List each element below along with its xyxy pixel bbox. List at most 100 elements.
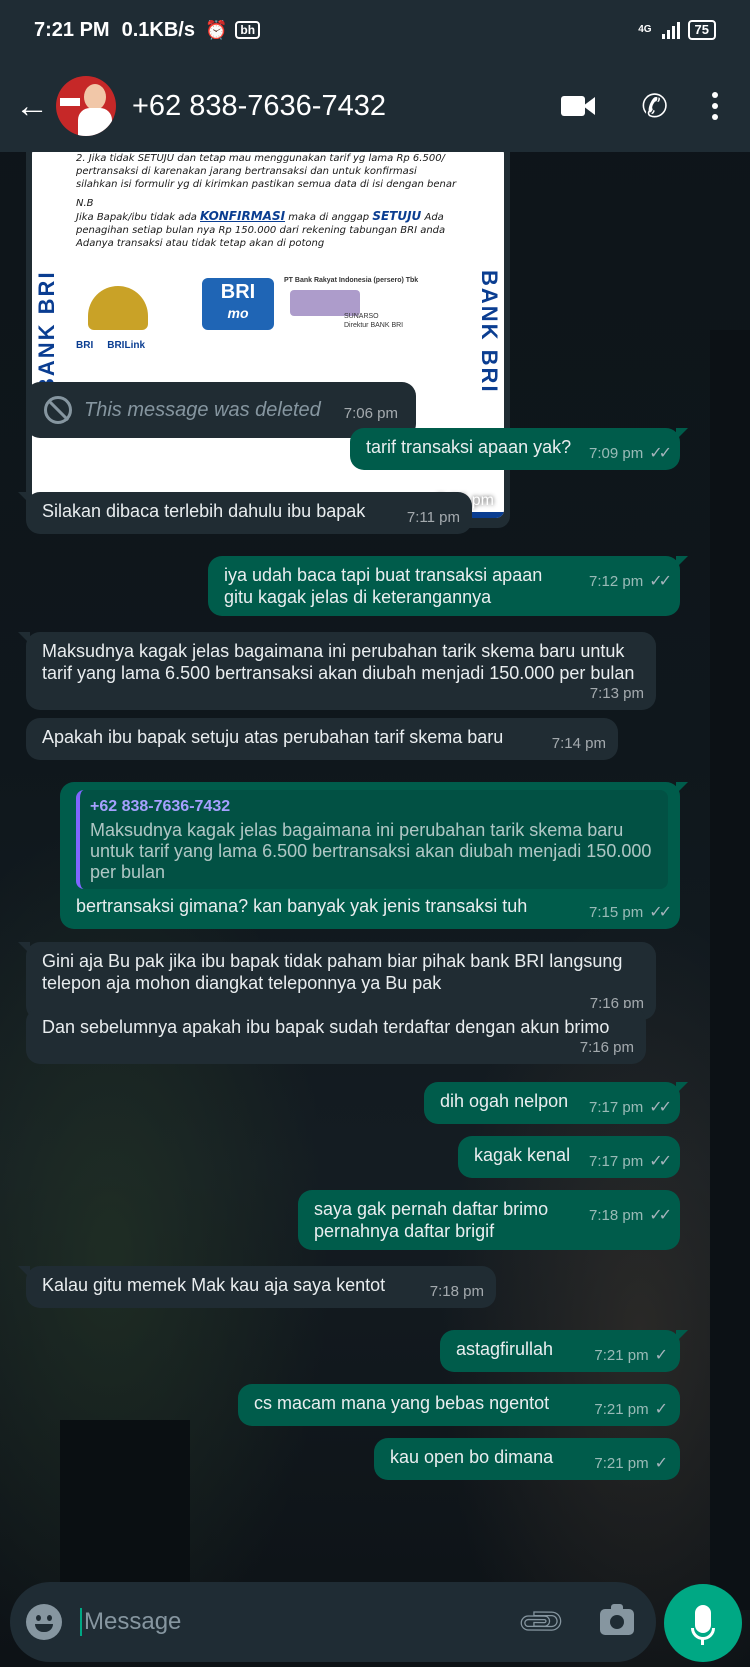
message-time: 7:14 pm (551, 735, 606, 752)
single-check-icon: ✓ (654, 1347, 668, 1364)
outgoing-message[interactable]: +62 838-7636-7432 Maksudnya kagak jelas b… (60, 782, 688, 929)
message-text: Maksudnya kagak jelas bagaimana ini peru… (42, 641, 635, 683)
message-meta: 7:17 pm ✓✓ (588, 1099, 672, 1116)
status-bar: 7:21 PM 0.1KB/s ⏰ bh 4G 75 (0, 0, 750, 60)
message-text: Silakan dibaca terlebih dahulu ibu bapak (42, 501, 366, 521)
single-check-icon: ✓ (654, 1455, 668, 1472)
incoming-message[interactable]: Dan sebelumnya apakah ibu bapak sudah te… (26, 1008, 646, 1064)
message-input[interactable] (80, 1608, 522, 1636)
network-speed: 0.1KB/s (121, 18, 195, 41)
message-meta: 7:16 pm (58, 1040, 634, 1056)
message-text: iya udah baca tapi buat transaksi apaan … (224, 565, 543, 607)
message-text: Gini aja Bu pak jika ibu bapak tidak pah… (42, 951, 623, 993)
message-meta: 7:21 pm ✓ (594, 1348, 668, 1364)
message-time: 7:09 pm (588, 445, 644, 462)
outgoing-message[interactable]: 7:21 pm ✓ astagfirullah (440, 1330, 688, 1372)
message-time: 7:16 pm (579, 1039, 634, 1056)
incoming-message[interactable]: 7:14 pm Apakah ibu bapak setuju atas peru… (26, 718, 618, 760)
message-time: 7:12 pm (588, 573, 644, 590)
double-check-icon: ✓✓ (649, 1207, 672, 1224)
incoming-message[interactable]: 7:11 pm Silakan dibaca terlebih dahulu ib… (18, 492, 472, 534)
compose-bar: 📎︎ (10, 1582, 656, 1662)
outgoing-message[interactable]: 7:17 pm ✓✓ dih ogah nelpon (424, 1082, 688, 1124)
video-call-icon[interactable] (561, 94, 597, 118)
outgoing-message[interactable]: 7:12 pm ✓✓ iya udah baca tapi buat transak… (208, 556, 688, 616)
message-text: Dan sebelumnya apakah ibu bapak sudah te… (42, 1017, 610, 1037)
message-time: 7:21 pm (594, 1401, 649, 1418)
deleted-notice: This message was deleted (44, 396, 328, 424)
document-footer-logos: BRI BRILink (76, 340, 146, 351)
message-meta: 7:21 pm ✓ (594, 1456, 668, 1472)
message-time: 7:17 pm (588, 1153, 644, 1170)
more-options-icon[interactable] (712, 92, 718, 120)
message-text: saya gak pernah daftar brimo pernahnya d… (314, 1199, 549, 1241)
blocked-icon (44, 396, 72, 424)
message-text: dih ogah nelpon (440, 1091, 569, 1111)
alarm-icon: ⏰ (204, 19, 228, 40)
message-time: 7:15 pm (588, 904, 644, 921)
doc-paragraph: 2. Jika tidak SETUJU dan tetap mau mengg… (76, 153, 457, 190)
status-time: 7:21 PM (34, 18, 110, 41)
message-meta: 7:11 pm (407, 510, 460, 526)
message-time: 7:13 pm (589, 685, 644, 702)
message-time: 7:06 pm (343, 405, 398, 422)
double-check-icon: ✓✓ (649, 573, 672, 590)
app-badge-icon: bh (235, 21, 261, 39)
incoming-message[interactable]: 7:18 pm Kalau gitu memek Mak kau aja saya… (18, 1266, 496, 1308)
signal-icon (661, 21, 680, 39)
message-list[interactable]: BANK BRI BANK BRI 2. Jika tidak SETUJU d… (0, 152, 750, 1577)
message-meta: 7:15 pm ✓✓ (588, 904, 672, 921)
chat-header: ← +62 838-7636-7432 ✆ (0, 60, 750, 152)
image-message[interactable]: BANK BRI BANK BRI 2. Jika tidak SETUJU d… (26, 152, 510, 528)
single-check-icon: ✓ (654, 1401, 668, 1418)
message-text: cs macam mana yang bebas ngentot (254, 1393, 550, 1413)
voice-record-button[interactable] (664, 1584, 742, 1662)
message-meta: 7:12 pm ✓✓ (588, 573, 672, 590)
message-text: Apakah ibu bapak setuju atas perubahan t… (42, 727, 504, 747)
outgoing-message[interactable]: 7:18 pm ✓✓ saya gak pernah daftar brimo pe… (298, 1190, 680, 1250)
attach-icon[interactable]: 📎︎ (514, 1594, 570, 1650)
double-check-icon: ✓✓ (649, 1153, 672, 1170)
status-right: 4G 75 (638, 20, 716, 40)
message-meta: 7:21 pm ✓ (594, 1402, 668, 1418)
contact-name[interactable]: +62 838-7636-7432 (132, 90, 386, 123)
message-text: bertransaksi gimana? kan banyak yak jeni… (76, 896, 528, 916)
outgoing-message[interactable]: 7:21 pm ✓ kau open bo dimana (374, 1438, 680, 1480)
document-text: 2. Jika tidak SETUJU dan tetap mau mengg… (76, 152, 460, 256)
avatar[interactable] (56, 76, 116, 136)
quoted-text: Maksudnya kagak jelas bagaimana ini peru… (90, 820, 652, 882)
message-text: kagak kenal (474, 1145, 571, 1165)
message-text: astagfirullah (456, 1339, 554, 1359)
outgoing-message[interactable]: 7:21 pm ✓ cs macam mana yang bebas ngentot (238, 1384, 680, 1426)
official-stamp: PT Bank Rakyat Indonesia (persero) Tbk S… (284, 277, 419, 329)
emoji-icon[interactable] (26, 1604, 62, 1640)
message-time: 7:18 pm (429, 1283, 484, 1300)
message-time: 7:18 pm (588, 1207, 644, 1224)
message-meta: 7:18 pm (430, 1284, 484, 1300)
doc-paragraph: Jika Bapak/ibu tidak ada KONFIRMASI maka… (76, 209, 446, 250)
garuda-emblem-icon (88, 286, 148, 330)
message-text: This message was deleted (84, 399, 321, 421)
battery-icon: 75 (687, 20, 716, 40)
quoted-sender: +62 838-7636-7432 (90, 798, 231, 815)
double-check-icon: ✓✓ (649, 1099, 672, 1116)
incoming-message[interactable]: Maksudnya kagak jelas bagaimana ini peru… (18, 632, 656, 710)
camera-icon[interactable] (600, 1604, 634, 1635)
message-meta: 7:09 pm ✓✓ (588, 445, 672, 462)
back-arrow-icon[interactable]: ← (10, 87, 54, 126)
outgoing-message[interactable]: 7:17 pm ✓✓ kagak kenal (458, 1136, 680, 1178)
double-check-icon: ✓✓ (649, 904, 672, 921)
message-meta: 7:14 pm (552, 736, 606, 752)
message-text: kau open bo dimana (390, 1447, 554, 1467)
message-time: 7:17 pm (588, 1099, 644, 1116)
outgoing-message[interactable]: 7:09 pm ✓✓ tarif transaksi apaan yak? (350, 428, 688, 470)
quoted-reply[interactable]: +62 838-7636-7432 Maksudnya kagak jelas b… (76, 790, 668, 889)
voice-call-icon[interactable]: ✆ (641, 87, 668, 125)
header-actions: ✆ (561, 87, 718, 125)
double-check-icon: ✓✓ (649, 445, 672, 462)
message-time: 7:11 pm (406, 509, 460, 526)
network-type: 4G (638, 24, 652, 35)
message-time: 7:21 pm (594, 1455, 649, 1472)
bank-bri-side-label: BANK BRI (34, 270, 59, 394)
message-meta: 7:13 pm (58, 686, 644, 702)
